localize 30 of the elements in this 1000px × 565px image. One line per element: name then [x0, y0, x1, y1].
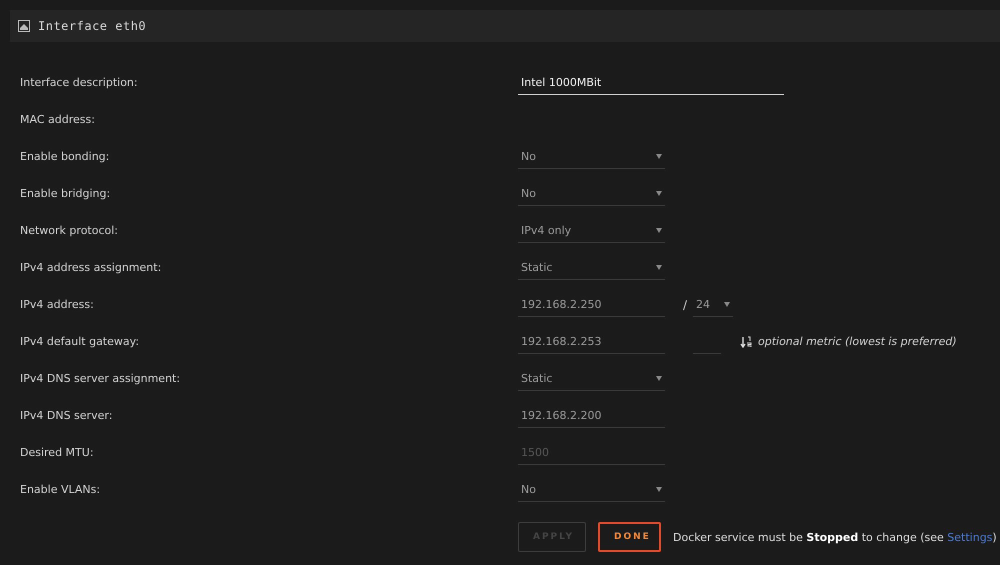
- text-field[interactable]: 192.168.2.253: [518, 330, 665, 354]
- field-label: IPv4 DNS server:: [20, 409, 114, 422]
- hint-text: optional metric (lowest is preferred): [758, 335, 957, 348]
- field-label: IPv4 DNS server assignment:: [20, 372, 182, 385]
- field-label: IPv4 default gateway:: [20, 335, 140, 348]
- dropdown-field[interactable]: 24: [693, 292, 734, 316]
- field-label: IPv4 address assignment:: [20, 261, 162, 274]
- settings-link[interactable]: Settings: [947, 530, 992, 544]
- dropdown-field[interactable]: No: [518, 144, 665, 168]
- section-title: Interface eth0: [38, 19, 146, 33]
- text-field[interactable]: 1500: [518, 440, 665, 464]
- dropdown-field[interactable]: Static: [518, 256, 665, 280]
- field-label: Network protocol:: [20, 224, 120, 237]
- dropdown-field[interactable]: IPv4 only: [518, 218, 665, 242]
- text-field[interactable]: 192.168.2.200: [518, 404, 665, 428]
- separator-text: /: [683, 298, 688, 312]
- text-field[interactable]: 192.168.2.250: [518, 292, 665, 316]
- field-label: Desired MTU:: [20, 446, 95, 459]
- field-label: IPv4 address:: [20, 298, 95, 311]
- text-field[interactable]: Intel 1000MBit: [518, 70, 784, 94]
- field-label: Interface description:: [20, 76, 139, 89]
- status-message: Docker service must be Stopped to change (see Settings): [673, 530, 997, 544]
- dropdown-field[interactable]: No: [518, 478, 665, 502]
- field-label: Enable VLANs:: [20, 483, 102, 496]
- dropdown-field[interactable]: No: [518, 182, 665, 206]
- field-label: Enable bridging:: [20, 187, 112, 200]
- field-label: MAC address:: [20, 113, 96, 126]
- done-button[interactable]: DONE: [598, 522, 661, 552]
- dropdown-field[interactable]: Static: [518, 366, 665, 390]
- field-label: Enable bonding:: [20, 150, 110, 163]
